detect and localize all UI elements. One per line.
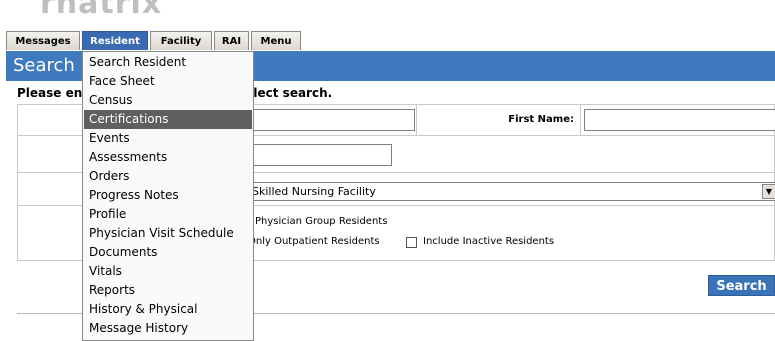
- menu-item-search-resident[interactable]: Search Resident: [84, 53, 252, 72]
- menu-item-profile[interactable]: Profile: [84, 205, 252, 224]
- label-cell: [18, 206, 88, 260]
- menu-item-vitals[interactable]: Vitals: [84, 262, 252, 281]
- search-button[interactable]: Search: [708, 275, 775, 296]
- label-cell: [18, 136, 88, 172]
- menu-item-face-sheet[interactable]: Face Sheet: [84, 72, 252, 91]
- first-name-label: First Name:: [508, 114, 574, 125]
- label-cell: [18, 173, 88, 205]
- label-cell: [18, 105, 88, 135]
- menu-item-orders[interactable]: Orders: [84, 167, 252, 186]
- last-name-field[interactable]: [250, 109, 415, 131]
- menu-item-reports[interactable]: Reports: [84, 281, 252, 300]
- first-name-field[interactable]: [584, 109, 775, 131]
- menu-item-assessments[interactable]: Assessments: [84, 148, 252, 167]
- menu-item-message-history[interactable]: Message History: [84, 319, 252, 338]
- tab-rai[interactable]: RAI: [214, 31, 249, 50]
- resident-menu: Search Resident Face Sheet Census Certif…: [82, 51, 254, 341]
- facility-select[interactable]: Skilled Nursing Facility ▼: [250, 182, 775, 201]
- include-inactive-label: Include Inactive Residents: [423, 236, 555, 247]
- outpatient-label: Only Outpatient Residents: [248, 236, 380, 247]
- first-name-label-cell: First Name:: [416, 105, 581, 135]
- menu-item-census[interactable]: Census: [84, 91, 252, 110]
- menu-item-certifications[interactable]: Certifications: [84, 110, 252, 129]
- menu-item-physician-visit-schedule[interactable]: Physician Visit Schedule: [84, 224, 252, 243]
- menu-item-history-physical[interactable]: History & Physical: [84, 300, 252, 319]
- tab-facility[interactable]: Facility: [150, 31, 212, 50]
- include-inactive-checkbox[interactable]: [406, 237, 417, 248]
- tab-menu[interactable]: Menu: [251, 31, 301, 50]
- menu-item-events[interactable]: Events: [84, 129, 252, 148]
- tab-resident[interactable]: Resident: [82, 31, 148, 50]
- tab-messages[interactable]: Messages: [6, 31, 80, 50]
- menu-item-documents[interactable]: Documents: [84, 243, 252, 262]
- app-logo: rnatrix: [40, 0, 163, 21]
- physician-group-label: Physician Group Residents: [255, 216, 388, 227]
- resident-id-field[interactable]: [250, 144, 392, 166]
- menu-item-progress-notes[interactable]: Progress Notes: [84, 186, 252, 205]
- facility-select-value: Skilled Nursing Facility: [252, 185, 376, 198]
- chevron-down-icon[interactable]: ▼: [762, 184, 775, 199]
